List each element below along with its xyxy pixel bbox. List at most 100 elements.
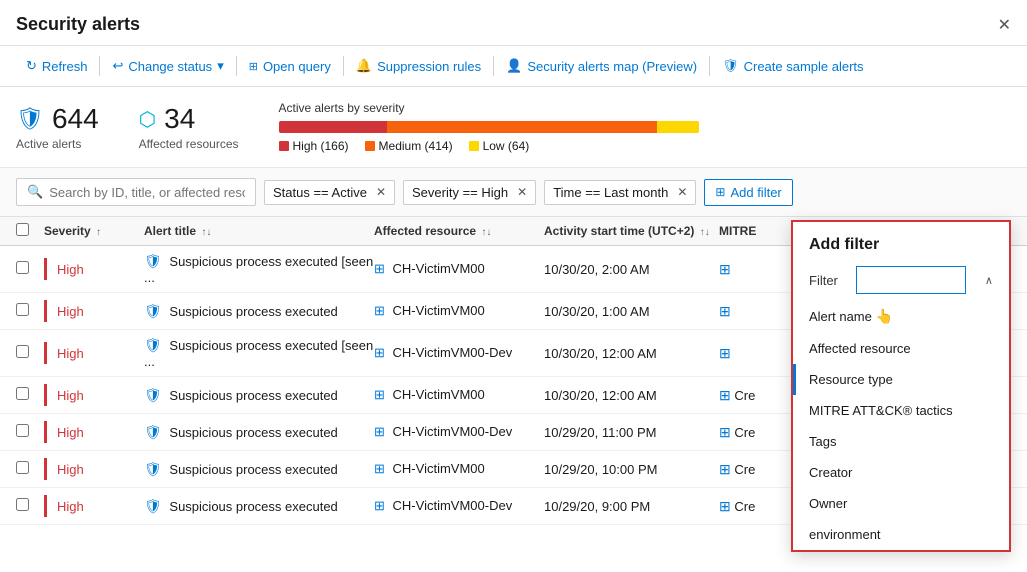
col-severity-header[interactable]: Severity ↑ [44,224,144,238]
severity-filter-tag: Severity == High ✕ [403,180,536,205]
col-resource-header[interactable]: Affected resource ↑↓ [374,224,544,238]
row-checkbox[interactable] [16,345,44,361]
time-filter-tag: Time == Last month ✕ [544,180,696,205]
toolbar-separator-4 [493,56,494,76]
refresh-icon: ↻ [26,58,37,74]
search-icon: 🔍 [27,184,43,200]
severity-cell: High [44,421,144,443]
high-bar [279,121,387,133]
high-legend: High (166) [279,139,349,153]
mitre-icon: ⊞ [719,498,731,514]
search-input[interactable] [49,185,245,200]
alert-cell: 🛡 Suspicious process executed [144,461,374,478]
mitre-cell: ⊞ [719,261,799,278]
mitre-cell: ⊞ [719,345,799,362]
time-cell: 10/30/20, 12:00 AM [544,346,719,361]
row-checkbox[interactable] [16,261,44,277]
filter-dropdown-input[interactable] [856,266,966,294]
row-checkbox[interactable] [16,387,44,403]
add-filter-icon: ⊞ [715,185,725,199]
alert-icon: 🛡 [144,424,162,440]
alert-icon: 🛡 [144,498,162,514]
active-alerts-label: Active alerts [16,137,99,151]
shield-icon: 🛡 [16,106,44,132]
chevron-down-icon: ▾ [217,58,224,74]
severity-cell: High [44,342,144,364]
open-query-button[interactable]: ⊞ Open query [239,55,341,78]
select-all-checkbox[interactable] [16,223,44,239]
mitre-cell: ⊞ Cre [719,498,799,515]
mitre-icon: ⊞ [719,345,731,361]
dropdown-items-list: Alert name 👆Affected resourceResource ty… [793,300,1009,550]
severity-indicator [44,300,47,322]
resource-icon: ⊞ [374,345,385,360]
chart-title: Active alerts by severity [279,101,1012,115]
alert-icon: 🛡 [144,253,162,269]
dropdown-item-alert-name[interactable]: Alert name 👆 [793,300,1009,333]
resource-icon: ⊞ [374,387,385,402]
sample-alerts-button[interactable]: 🛡 Create sample alerts [712,54,873,78]
resource-icon: ⊞ [374,261,385,276]
add-filter-button[interactable]: ⊞ Add filter [704,179,792,206]
alert-icon: 🛡 [144,337,162,353]
time-filter-remove[interactable]: ✕ [677,185,687,199]
severity-cell: High [44,300,144,322]
mitre-icon: ⊞ [719,461,731,477]
time-cell: 10/30/20, 1:00 AM [544,304,719,319]
resource-cell: ⊞ CH-VictimVM00 [374,387,544,403]
status-filter-remove[interactable]: ✕ [376,185,386,199]
col-alert-header[interactable]: Alert title ↑↓ [144,224,374,238]
dropdown-item-resource-type[interactable]: Resource type [793,364,1009,395]
mitre-icon: ⊞ [719,424,731,440]
dropdown-item-owner[interactable]: Owner [793,488,1009,519]
dropdown-item-mitre-tactics[interactable]: MITRE ATT&CK® tactics [793,395,1009,426]
resource-sort-icon: ↑↓ [481,227,491,238]
suppression-icon: 🔔 [356,58,372,74]
mitre-icon: ⊞ [719,261,731,277]
medium-legend: Medium (414) [365,139,453,153]
time-cell: 10/30/20, 12:00 AM [544,388,719,403]
dropdown-item-creator[interactable]: Creator [793,457,1009,488]
severity-bar [279,121,699,133]
top-bar: Security alerts ✕ [0,0,1027,46]
resource-cell: ⊞ CH-VictimVM00 [374,261,544,277]
row-checkbox[interactable] [16,303,44,319]
close-button[interactable]: ✕ [998,15,1011,35]
row-checkbox[interactable] [16,424,44,440]
time-cell: 10/29/20, 11:00 PM [544,425,719,440]
severity-chart: Active alerts by severity High (166) Med… [279,101,1012,153]
severity-indicator [44,495,47,517]
dropdown-item-environment[interactable]: environment [793,519,1009,550]
alert-sort-icon: ↑↓ [201,227,211,238]
col-time-header[interactable]: Activity start time (UTC+2) ↑↓ [544,224,719,238]
high-dot [279,141,289,151]
alert-icon: 🛡 [144,303,162,319]
row-checkbox[interactable] [16,498,44,514]
medium-bar [387,121,657,133]
low-bar [657,121,699,133]
dropdown-item-affected-resource[interactable]: Affected resource [793,333,1009,364]
resource-cell: ⊞ CH-VictimVM00 [374,461,544,477]
search-box[interactable]: 🔍 [16,178,256,206]
row-checkbox[interactable] [16,461,44,477]
cursor-icon: 👆 [875,308,892,325]
medium-dot [365,141,375,151]
mitre-cell: ⊞ Cre [719,461,799,478]
resource-icon: ⊞ [374,303,385,318]
severity-filter-remove[interactable]: ✕ [517,185,527,199]
severity-indicator [44,421,47,443]
affected-resources-label: Affected resources [139,137,239,151]
suppression-rules-button[interactable]: 🔔 Suppression rules [346,54,491,78]
toolbar-separator-3 [343,56,344,76]
page-title: Security alerts [16,14,140,35]
resource-cell: ⊞ CH-VictimVM00-Dev [374,498,544,514]
refresh-button[interactable]: ↻ Refresh [16,54,97,78]
alerts-map-button[interactable]: 👤 Security alerts map (Preview) [496,54,707,78]
alert-cell: 🛡 Suspicious process executed [seen ... [144,337,374,369]
severity-cell: High [44,458,144,480]
toolbar-separator-2 [236,56,237,76]
dropdown-item-tags[interactable]: Tags [793,426,1009,457]
change-status-button[interactable]: ↩ Change status ▾ [102,54,233,78]
dropdown-title: Add filter [793,222,1009,260]
severity-indicator [44,342,47,364]
